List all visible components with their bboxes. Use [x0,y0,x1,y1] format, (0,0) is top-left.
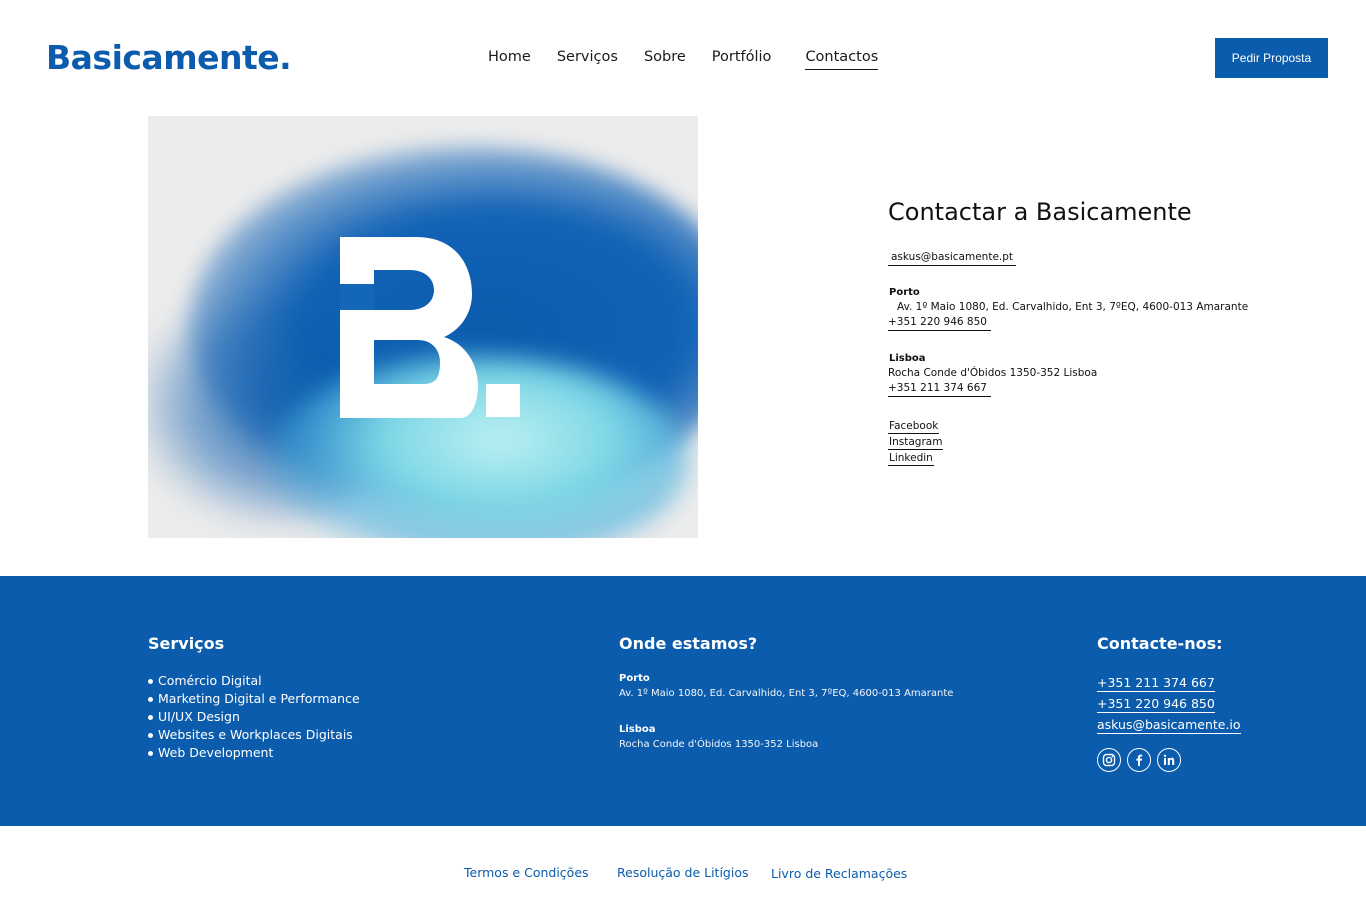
lisboa-phone-link[interactable]: +351 211 374 667 [888,381,991,397]
linkedin-link[interactable]: Linkedin [888,451,934,466]
footer-contact-title: Contacte-nos: [1097,634,1223,653]
footer-social-icons [1097,748,1241,772]
nav-servicos[interactable]: Serviços [557,47,618,70]
footer-porto-address: Av. 1º Maio 1080, Ed. Carvalhido, Ent 3,… [619,688,954,699]
service-item[interactable]: Websites e Workplaces Digitais [148,726,360,744]
pedir-proposta-button[interactable]: Pedir Proposta [1215,38,1328,78]
footer-porto-heading: Porto [619,673,650,684]
service-item[interactable]: Marketing Digital e Performance [148,690,360,708]
contact-section: Contactar a Basicamente askus@basicament… [888,196,1308,467]
disputes-link[interactable]: Resolução de Litígios [617,864,749,882]
footer-services-title: Serviços [148,634,225,653]
linkedin-icon[interactable] [1157,748,1181,772]
footer-lisboa-heading: Lisboa [619,724,656,735]
porto-phone-link[interactable]: +351 220 946 850 [888,315,991,331]
service-item[interactable]: Comércio Digital [148,672,360,690]
footer-phone-porto-link[interactable]: +351 220 946 850 [1097,695,1215,713]
contact-email-link[interactable]: askus@basicamente.pt [888,250,1017,266]
nav-contactos[interactable]: Contactos [805,47,879,70]
footer-lisboa-address: Rocha Conde d'Óbidos 1350-352 Lisboa [619,739,819,750]
porto-heading: Porto [889,287,920,298]
footer-locations: Onde estamos? Porto Av. 1º Maio 1080, Ed… [619,632,953,752]
footer-contact: Contacte-nos: +351 211 374 667 +351 220 … [1097,632,1241,772]
footer-phone-lisboa-link[interactable]: +351 211 374 667 [1097,674,1215,692]
site-footer: Serviços Comércio Digital Marketing Digi… [0,576,1366,826]
lisboa-heading: Lisboa [889,353,926,364]
facebook-link[interactable]: Facebook [888,419,940,434]
page-title: Contactar a Basicamente [888,198,1192,226]
logo[interactable]: Basicamente. [46,38,292,78]
instagram-link[interactable]: Instagram [888,435,944,450]
lisboa-address: Rocha Conde d'Óbidos 1350-352 Lisboa [888,367,1098,379]
site-header: Basicamente. Home Serviços Sobre Portfól… [0,0,1366,110]
footer-locations-title: Onde estamos? [619,634,758,653]
hero-image [148,116,698,538]
facebook-icon[interactable] [1127,748,1151,772]
porto-address: Av. 1º Maio 1080, Ed. Carvalhido, Ent 3,… [897,301,1249,313]
b-logo-mark-icon [340,237,520,418]
service-item[interactable]: Web Development [148,744,360,762]
complaints-book-link[interactable]: Livro de Reclamações [771,865,907,883]
terms-link[interactable]: Termos e Condições [464,864,589,882]
instagram-icon[interactable] [1097,748,1121,772]
service-item[interactable]: UI/UX Design [148,708,360,726]
nav-home[interactable]: Home [488,47,531,70]
footer-services: Serviços Comércio Digital Marketing Digi… [148,632,360,762]
nav-sobre[interactable]: Sobre [644,47,686,70]
footer-email-link[interactable]: askus@basicamente.io [1097,716,1241,734]
social-links: Facebook Instagram Linkedin [888,419,1308,466]
nav-portfolio[interactable]: Portfólio [712,47,772,70]
main-nav: Home Serviços Sobre Portfólio Contactos [488,47,879,70]
